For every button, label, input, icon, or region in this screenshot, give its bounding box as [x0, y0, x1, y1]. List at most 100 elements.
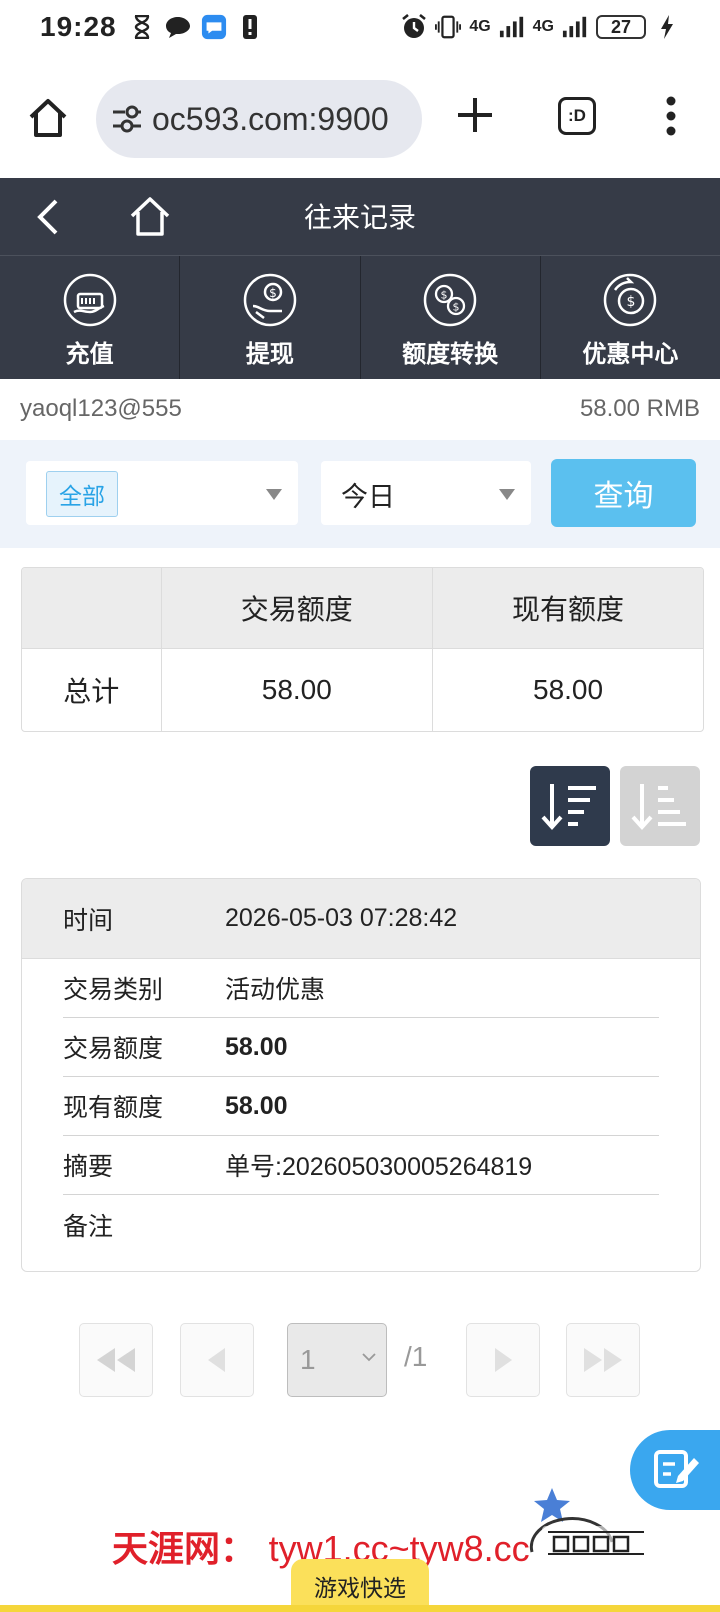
quick-nav-promo[interactable]: $ 优惠中心	[541, 256, 720, 379]
app-header: 往来记录	[0, 178, 720, 255]
quick-nav-label: 充值	[65, 341, 114, 368]
quick-nav-deposit[interactable]: 充值	[0, 256, 181, 379]
type-chip-all[interactable]: 全部	[46, 471, 118, 517]
hourglass-icon	[129, 14, 155, 40]
previous-page-button[interactable]	[180, 1323, 254, 1397]
summary-header-transaction: 交易额度	[161, 568, 434, 648]
summary-header-row: 交易额度 现有额度	[22, 568, 703, 648]
status-time: 19:28	[40, 11, 117, 42]
url-text[interactable]: oc593.com:9900	[152, 101, 389, 138]
account-summary: yaoql123@555 58.00 RMB	[0, 379, 720, 439]
summary-header-empty	[22, 568, 162, 648]
messenger-app-icon	[201, 14, 227, 40]
query-button[interactable]: 查询	[551, 459, 696, 527]
quick-nav-withdraw[interactable]: $ 提现	[180, 256, 361, 379]
chat-bubble-icon	[165, 14, 191, 40]
sort-descending-icon	[541, 784, 596, 830]
record-label: 备注	[63, 1212, 114, 1241]
summary-header-current: 现有额度	[432, 568, 703, 648]
transfer-icon: $ $	[422, 272, 478, 328]
first-page-button[interactable]	[79, 1323, 153, 1397]
browser-home-icon[interactable]	[26, 96, 70, 140]
chevron-down-icon	[499, 489, 515, 500]
chevron-down-icon	[362, 1353, 376, 1362]
last-page-button[interactable]	[566, 1323, 640, 1397]
sort-ascending-button[interactable]	[620, 766, 700, 846]
alert-icon	[237, 14, 263, 40]
record-row: 摘要 单号:202605030005264819	[63, 1136, 659, 1195]
signal-icon	[499, 14, 525, 40]
charging-bolt-icon	[654, 14, 680, 40]
battery-indicator: 27	[596, 15, 646, 39]
record-time-row: 时间 2026-05-03 07:28:42	[22, 879, 700, 959]
status-notification-icons	[129, 14, 263, 40]
promo-icon: $	[602, 272, 658, 328]
record-row: 备注	[63, 1195, 659, 1254]
watermark-name: 天涯网：	[112, 1528, 257, 1570]
current-page: 1	[300, 1344, 316, 1375]
next-page-icon	[495, 1348, 512, 1372]
pagination: 1 /1	[0, 1323, 720, 1399]
record-label: 时间	[63, 906, 114, 935]
browser-toolbar: oc593.com:9900 :D	[0, 70, 720, 170]
vibrate-icon	[435, 14, 462, 40]
summary-total-row: 总计 58.00 58.00	[22, 647, 703, 731]
record-row: 现有额度 58.00	[63, 1077, 659, 1136]
sort-ascending-icon	[631, 784, 686, 830]
quick-nav: 充值 $ 提现 $ $ 额度转换 $ 优惠中心	[0, 255, 720, 379]
record-value: 58.00	[225, 1091, 288, 1120]
account-balance: 58.00 RMB	[579, 395, 700, 422]
quick-nav-transfer[interactable]: $ $ 额度转换	[361, 256, 541, 379]
network-label-1: 4G	[469, 18, 491, 35]
page-select[interactable]: 1	[287, 1323, 387, 1397]
record-label: 摘要	[63, 1153, 114, 1181]
record-label: 交易类别	[63, 976, 164, 1004]
summary-table: 交易额度 现有额度 总计 58.00 58.00	[21, 567, 704, 732]
svg-text:$: $	[269, 286, 277, 300]
quick-nav-label: 额度转换	[402, 341, 499, 368]
svg-text:$: $	[441, 289, 448, 302]
overflow-menu-icon[interactable]	[664, 94, 678, 138]
community-logo	[512, 1482, 662, 1574]
svg-text:$: $	[627, 294, 636, 310]
new-tab-icon[interactable]	[455, 95, 495, 135]
transaction-type-select[interactable]: 全部	[26, 461, 298, 525]
record-value: 58.00	[225, 1032, 288, 1061]
alarm-icon	[401, 14, 427, 40]
sort-descending-button[interactable]	[530, 766, 610, 846]
last-page-icon	[584, 1348, 622, 1372]
record-label: 现有额度	[63, 1094, 164, 1122]
withdraw-icon: $	[242, 272, 298, 328]
record-value: 活动优惠	[225, 976, 326, 1004]
record-row: 交易类别 活动优惠	[63, 959, 659, 1018]
deposit-icon	[62, 272, 118, 328]
previous-page-icon	[208, 1348, 225, 1372]
record-row: 交易额度 58.00	[63, 1018, 659, 1077]
username: yaoql123@555	[20, 395, 182, 422]
network-label-2: 4G	[532, 18, 554, 35]
period-value: 今日	[341, 482, 395, 512]
record-value: 单号:202605030005264819	[225, 1153, 533, 1181]
period-select[interactable]: 今日	[321, 461, 531, 525]
signal-icon	[562, 14, 588, 40]
next-page-button[interactable]	[466, 1323, 540, 1397]
site-settings-icon[interactable]	[110, 102, 144, 136]
summary-row-label: 总计	[22, 647, 162, 731]
record-label: 交易额度	[63, 1035, 164, 1063]
first-page-icon	[97, 1348, 135, 1372]
bottom-bar	[0, 1605, 720, 1612]
status-system-icons: 4G 4G 27	[401, 14, 680, 40]
tab-switcher-button[interactable]: :D	[558, 97, 596, 135]
filter-bar: 全部 今日 查询	[0, 440, 720, 548]
summary-transaction-amount: 58.00	[161, 647, 434, 731]
record-time-value: 2026-05-03 07:28:42	[225, 904, 458, 932]
summary-current-amount: 58.00	[432, 647, 703, 731]
svg-text:$: $	[453, 301, 460, 314]
page-total: /1	[404, 1341, 428, 1372]
quick-nav-label: 优惠中心	[582, 341, 679, 368]
address-bar[interactable]: oc593.com:9900	[96, 80, 422, 158]
page-title: 往来记录	[303, 202, 416, 233]
status-bar: 19:28 4G 4G 27	[0, 0, 720, 54]
transaction-record: 时间 2026-05-03 07:28:42 交易类别 活动优惠 交易额度 58…	[21, 878, 701, 1272]
chevron-down-icon	[266, 489, 282, 500]
